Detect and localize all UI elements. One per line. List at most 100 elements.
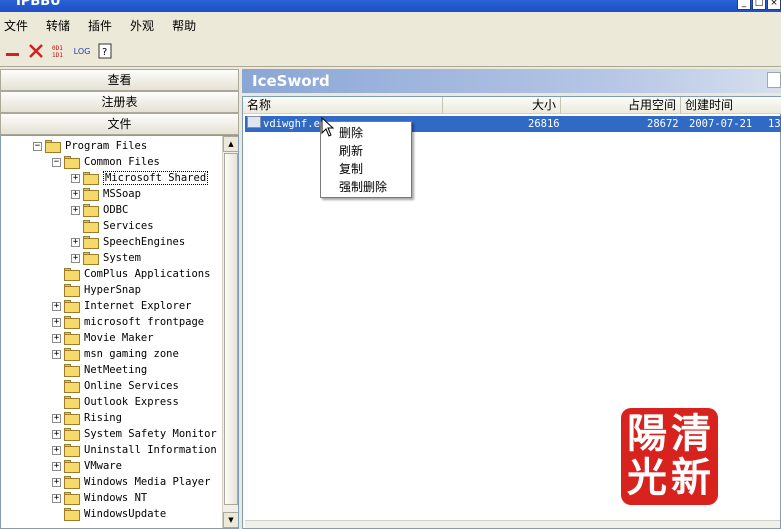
tree-item[interactable]: + Windows Media Player: [52, 474, 210, 490]
tree-item[interactable]: + System: [71, 250, 141, 266]
tree-item[interactable]: Outlook Express: [52, 394, 179, 410]
expand-icon[interactable]: +: [52, 445, 61, 455]
folder-icon: [64, 507, 80, 521]
tree-item[interactable]: + ODBC: [71, 202, 128, 218]
tree-item-label: Internet Explorer: [84, 300, 192, 312]
maximize-button[interactable]: □: [752, 0, 766, 10]
folder-icon: [64, 155, 80, 169]
close-button[interactable]: ×: [767, 0, 781, 10]
tree-item[interactable]: Online Services: [52, 378, 179, 394]
expand-icon[interactable]: +: [52, 333, 61, 343]
tree-item[interactable]: + Internet Explorer: [52, 298, 191, 314]
list-hscrollbar[interactable]: [245, 520, 780, 528]
folder-icon: [64, 459, 80, 473]
ctx-force-delete[interactable]: 强制删除: [321, 178, 411, 196]
folder-icon: [64, 363, 80, 377]
expand-icon[interactable]: +: [71, 237, 80, 247]
tree-item[interactable]: + msn gaming zone: [52, 346, 179, 362]
seal-char-1: 清: [671, 410, 711, 457]
tree-item-label: Uninstall Information: [84, 444, 217, 456]
scroll-up-arrow[interactable]: ▲: [223, 136, 238, 152]
expand-icon[interactable]: +: [71, 205, 80, 215]
col-name[interactable]: 名称: [243, 97, 443, 113]
log-icon[interactable]: LOG: [71, 40, 93, 62]
seal-char-3: 新: [671, 454, 711, 501]
folder-icon: [64, 267, 80, 281]
tree-item[interactable]: − Program Files: [33, 138, 147, 154]
toolbar-divider: [0, 66, 781, 67]
panel-title: IceSword: [252, 72, 330, 90]
collapse-icon[interactable]: −: [52, 157, 61, 167]
tree-item-label: Outlook Express: [84, 396, 179, 408]
view-button[interactable]: 查看: [0, 69, 239, 91]
ctx-refresh[interactable]: 刷新: [321, 142, 411, 160]
file-created: 2007-07-21: [689, 118, 753, 130]
expand-icon[interactable]: +: [52, 461, 61, 471]
expand-icon[interactable]: +: [71, 173, 80, 183]
expand-icon[interactable]: +: [52, 349, 61, 359]
file-button[interactable]: 文件: [0, 113, 239, 135]
tree-item[interactable]: HyperSnap: [52, 282, 141, 298]
tree-item[interactable]: + System Safety Monitor: [52, 426, 217, 442]
tree-item[interactable]: + Rising: [52, 410, 122, 426]
collapse-icon[interactable]: −: [33, 141, 42, 151]
expand-icon[interactable]: +: [52, 413, 61, 423]
tree-item-label: HyperSnap: [84, 284, 141, 296]
col-space[interactable]: 占用空间: [561, 97, 681, 113]
tree-scrollbar[interactable]: ▲ ▼: [222, 136, 238, 528]
menu-plugins[interactable]: 插件: [84, 17, 120, 34]
seal-char-4: 光: [627, 454, 667, 501]
ctx-copy[interactable]: 复制: [321, 160, 411, 178]
menu-file[interactable]: 文件: [0, 17, 36, 34]
tree-item[interactable]: + MSSoap: [71, 186, 141, 202]
tree-item-label: System: [103, 252, 141, 264]
toolbar: 0D1 1D1 LOG ?: [0, 38, 781, 64]
tree-item[interactable]: + VMware: [52, 458, 122, 474]
expand-icon[interactable]: +: [52, 493, 61, 503]
menu-help[interactable]: 帮助: [168, 17, 204, 34]
folder-icon: [64, 427, 80, 441]
tree-item-label: NetMeeting: [84, 364, 148, 376]
tree-item[interactable]: + microsoft frontpage: [52, 314, 204, 330]
tree-item-label: Online Services: [84, 380, 179, 392]
tree-item[interactable]: − Common Files: [52, 154, 160, 170]
expand-icon[interactable]: +: [52, 429, 61, 439]
expand-icon[interactable]: +: [71, 189, 80, 199]
tree-item[interactable]: WindowsUpdate: [52, 506, 166, 522]
expand-icon[interactable]: +: [52, 477, 61, 487]
minus-icon[interactable]: [2, 40, 24, 62]
help-icon[interactable]: ?: [94, 40, 116, 62]
folder-icon: [64, 315, 80, 329]
seal-char-2: 陽: [627, 410, 667, 457]
folder-icon: [83, 235, 99, 249]
binary-icon[interactable]: 0D1 1D1: [48, 40, 70, 62]
menu-appearance[interactable]: 外观: [126, 17, 162, 34]
expand-icon[interactable]: +: [52, 301, 61, 311]
expand-icon[interactable]: +: [71, 253, 80, 263]
registry-button[interactable]: 注册表: [0, 91, 239, 113]
tree-item-label: VMware: [84, 460, 122, 472]
close-x-icon[interactable]: [25, 40, 47, 62]
tree-item[interactable]: + SpeechEngines: [71, 234, 185, 250]
tree-item-label: WindowsUpdate: [84, 508, 167, 520]
col-created[interactable]: 创建时间: [681, 97, 781, 113]
tree-item[interactable]: Services: [71, 218, 154, 234]
tree-item[interactable]: + Windows NT: [52, 490, 147, 506]
tree-item[interactable]: + Uninstall Information: [52, 442, 217, 458]
expand-icon[interactable]: +: [52, 317, 61, 327]
folder-icon: [64, 347, 80, 361]
title-bar: IPBBU _ □ ×: [0, 0, 781, 12]
tree-item[interactable]: ComPlus Applications: [52, 266, 210, 282]
minimize-button[interactable]: _: [737, 0, 751, 10]
file-icon: [247, 116, 261, 128]
menu-dump[interactable]: 转储: [42, 17, 78, 34]
scroll-thumb[interactable]: [224, 153, 238, 505]
folder-icon: [83, 203, 99, 217]
scroll-down-arrow[interactable]: ▼: [223, 512, 238, 528]
seal-stamp: 清 陽 新 光: [621, 408, 718, 505]
col-size[interactable]: 大小: [443, 97, 561, 113]
tree-item[interactable]: + Microsoft Shared: [71, 170, 209, 186]
tree-item[interactable]: NetMeeting: [52, 362, 147, 378]
folder-icon: [64, 379, 80, 393]
tree-item[interactable]: + Movie Maker: [52, 330, 154, 346]
